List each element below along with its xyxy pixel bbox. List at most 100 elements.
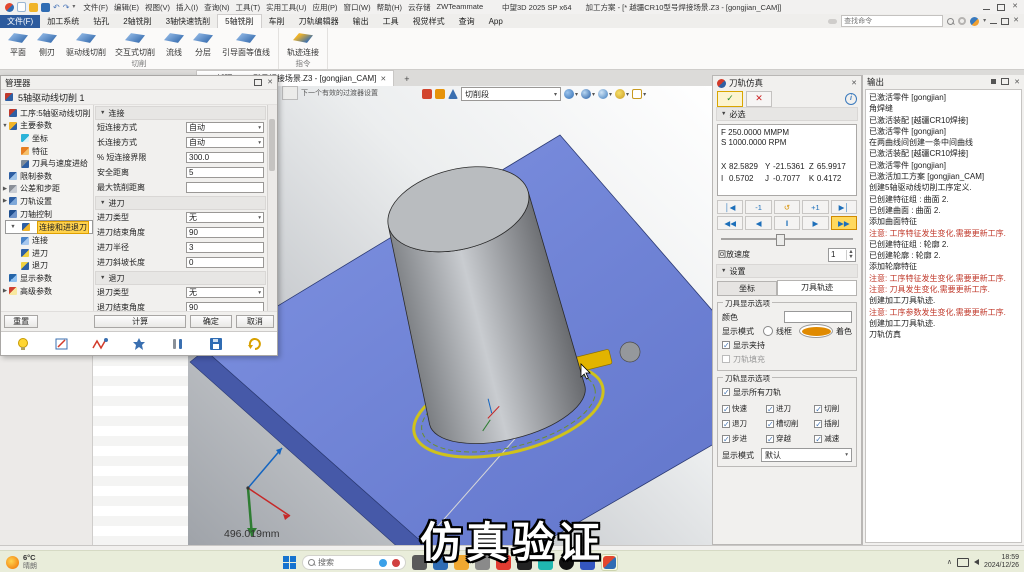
path-type-option[interactable]: ✓ 退刀	[722, 418, 766, 429]
path-fill-checkbox[interactable]	[722, 355, 730, 363]
playback-button[interactable]: │◀	[717, 200, 743, 214]
output-dock-icon[interactable]	[991, 79, 996, 84]
wireframe-radio[interactable]	[763, 326, 773, 336]
tree-item[interactable]: ▼ 主要参数	[1, 120, 93, 133]
parameter-field[interactable]: 90 ▾	[186, 227, 264, 238]
exit-command-icon[interactable]	[422, 89, 432, 99]
tree-expand-icon[interactable]: ▼	[1, 123, 9, 129]
tab-coordinates[interactable]: 坐标	[717, 281, 777, 296]
menu-item[interactable]: ZWTeammate	[434, 2, 487, 13]
tree-item[interactable]: 特征	[1, 145, 93, 158]
solid-mode-icon[interactable]	[448, 89, 458, 99]
menu-item[interactable]: 窗口(W)	[341, 2, 374, 13]
ribbon-tab[interactable]: 查询	[452, 15, 482, 28]
path-display-mode-select[interactable]: 默认 ▾	[761, 448, 852, 462]
manager-restore-icon[interactable]	[254, 79, 262, 86]
parameter-field[interactable]: 无 ▾	[186, 287, 264, 298]
tree-item[interactable]: ▶ 刀轨设置	[1, 195, 93, 208]
playback-button[interactable]: ▶▶	[831, 216, 857, 230]
ribbon-tab[interactable]: 车削	[262, 15, 292, 28]
menu-item[interactable]: 工具(T)	[233, 2, 264, 13]
spin-down-icon[interactable]: ▼	[848, 255, 853, 260]
parameter-field[interactable]: 无 ▾	[186, 212, 264, 223]
menu-item[interactable]: 帮助(H)	[374, 2, 405, 13]
ribbon-tab[interactable]: 3轴快速铣削	[159, 15, 217, 28]
close-icon[interactable]: ✕	[1012, 3, 1018, 11]
tree-expand-icon[interactable]: ▶	[1, 198, 9, 204]
shading-mode-dropdown[interactable]: ▾	[581, 89, 595, 99]
parameter-field[interactable]: ▾	[186, 182, 264, 193]
output-log[interactable]: 已激活零件 [gongjian] 角焊缝 已激活装配 [越疆CR10焊接] 已激…	[865, 89, 1022, 543]
reset-button[interactable]: 重置	[4, 315, 38, 328]
account-dropdown-icon[interactable]: ▾	[983, 17, 986, 26]
prompt-collapse-box[interactable]	[282, 86, 298, 100]
doc-restore-icon[interactable]	[1001, 18, 1009, 25]
tree-item[interactable]: 显示参数	[1, 272, 93, 285]
show-all-paths-checkbox[interactable]: ✓	[722, 388, 730, 396]
playback-button[interactable]: ↺	[774, 200, 800, 214]
section-header-connection[interactable]: ▼ 连接	[95, 106, 266, 120]
menu-item[interactable]: 查询(N)	[201, 2, 232, 13]
ribbon-tab[interactable]: 加工系统	[40, 15, 86, 28]
menu-item[interactable]: 编辑(E)	[111, 2, 142, 13]
section-header-leadout[interactable]: ▼ 退刀	[95, 271, 266, 285]
ribbon-tab[interactable]: 2轴铣削	[116, 15, 158, 28]
doc-close-icon[interactable]: ✕	[1013, 17, 1019, 25]
ribbon-button[interactable]: 流线	[161, 30, 187, 59]
playback-button[interactable]: ▶	[802, 216, 828, 230]
tree-item[interactable]: 刀轴控制	[1, 208, 93, 221]
ribbon-tab[interactable]: App	[482, 15, 510, 28]
save-operation-button[interactable]	[203, 335, 229, 352]
parameter-field[interactable]: 5 ▾	[186, 167, 264, 178]
section-view-dropdown[interactable]: ▾	[632, 89, 646, 99]
path-type-option[interactable]: ✓ 快速	[722, 403, 766, 414]
ribbon-button[interactable]: 侧刃	[34, 30, 60, 59]
playback-button[interactable]: +1	[802, 200, 828, 214]
path-type-option[interactable]: ✓ 减速	[814, 433, 852, 444]
shaded-radio[interactable]	[799, 324, 833, 338]
tree-item[interactable]: 坐标	[1, 132, 93, 145]
settings-section-header[interactable]: ▼设置	[716, 264, 858, 278]
ribbon-tab[interactable]: 输出	[346, 15, 376, 28]
info-icon[interactable]: i	[845, 93, 857, 105]
restore-icon[interactable]	[997, 4, 1005, 11]
parameter-field[interactable]: 90 ▾	[186, 302, 264, 311]
manager-close-icon[interactable]: ✕	[267, 79, 273, 87]
tree-item[interactable]: 退刀	[1, 260, 93, 273]
tree-item[interactable]: 刀具与速度进给	[1, 157, 93, 170]
minimize-icon[interactable]	[983, 9, 990, 10]
output-close-icon[interactable]: ✕	[1014, 78, 1020, 86]
view-orientation-dropdown[interactable]: ▾	[564, 89, 578, 99]
find-command-input[interactable]	[841, 15, 943, 27]
ok-button[interactable]: 确定	[190, 315, 232, 328]
abort-button[interactable]: ✕	[746, 91, 772, 107]
playback-button[interactable]: ▶│	[831, 200, 857, 214]
tree-item[interactable]: 工序:5轴驱动线切削	[1, 107, 93, 120]
tool-manager-button[interactable]	[165, 335, 191, 352]
redo-icon[interactable]: ↷	[63, 3, 70, 12]
ribbon-tab[interactable]: 5轴铣削	[217, 14, 261, 28]
ribbon-tab[interactable]: 工具	[376, 15, 406, 28]
parameter-field[interactable]: 300.0 ▾	[186, 152, 264, 163]
doc-minimize-icon[interactable]	[990, 23, 997, 24]
regenerate-button[interactable]	[126, 335, 152, 352]
tree-item[interactable]: ▶ 公差和步距	[1, 183, 93, 196]
ribbon-tab[interactable]: 刀轨编辑器	[292, 15, 346, 28]
path-type-option[interactable]: ✓ 槽切削	[766, 418, 814, 429]
show-holder-checkbox[interactable]: ✓	[722, 341, 730, 349]
ribbon-tab[interactable]: 视觉样式	[406, 15, 452, 28]
parameter-field[interactable]: 0 ▾	[186, 257, 264, 268]
toolpath-button[interactable]	[87, 335, 113, 352]
tree-expand-icon[interactable]: ▶	[1, 288, 9, 294]
playback-progress-slider[interactable]	[721, 233, 853, 245]
edit-parameters-button[interactable]	[49, 335, 75, 352]
path-type-option[interactable]: ✓ 插削	[814, 418, 852, 429]
playback-button[interactable]: -1	[745, 200, 771, 214]
document-tab-close-icon[interactable]: ✕	[380, 75, 386, 83]
open-file-icon[interactable]	[29, 3, 38, 12]
save-file-icon[interactable]	[41, 3, 50, 12]
undo-icon[interactable]: ↶	[53, 3, 60, 12]
slider-thumb[interactable]	[776, 234, 785, 246]
menu-item[interactable]: 插入(I)	[173, 2, 201, 13]
new-file-icon[interactable]	[17, 2, 26, 12]
